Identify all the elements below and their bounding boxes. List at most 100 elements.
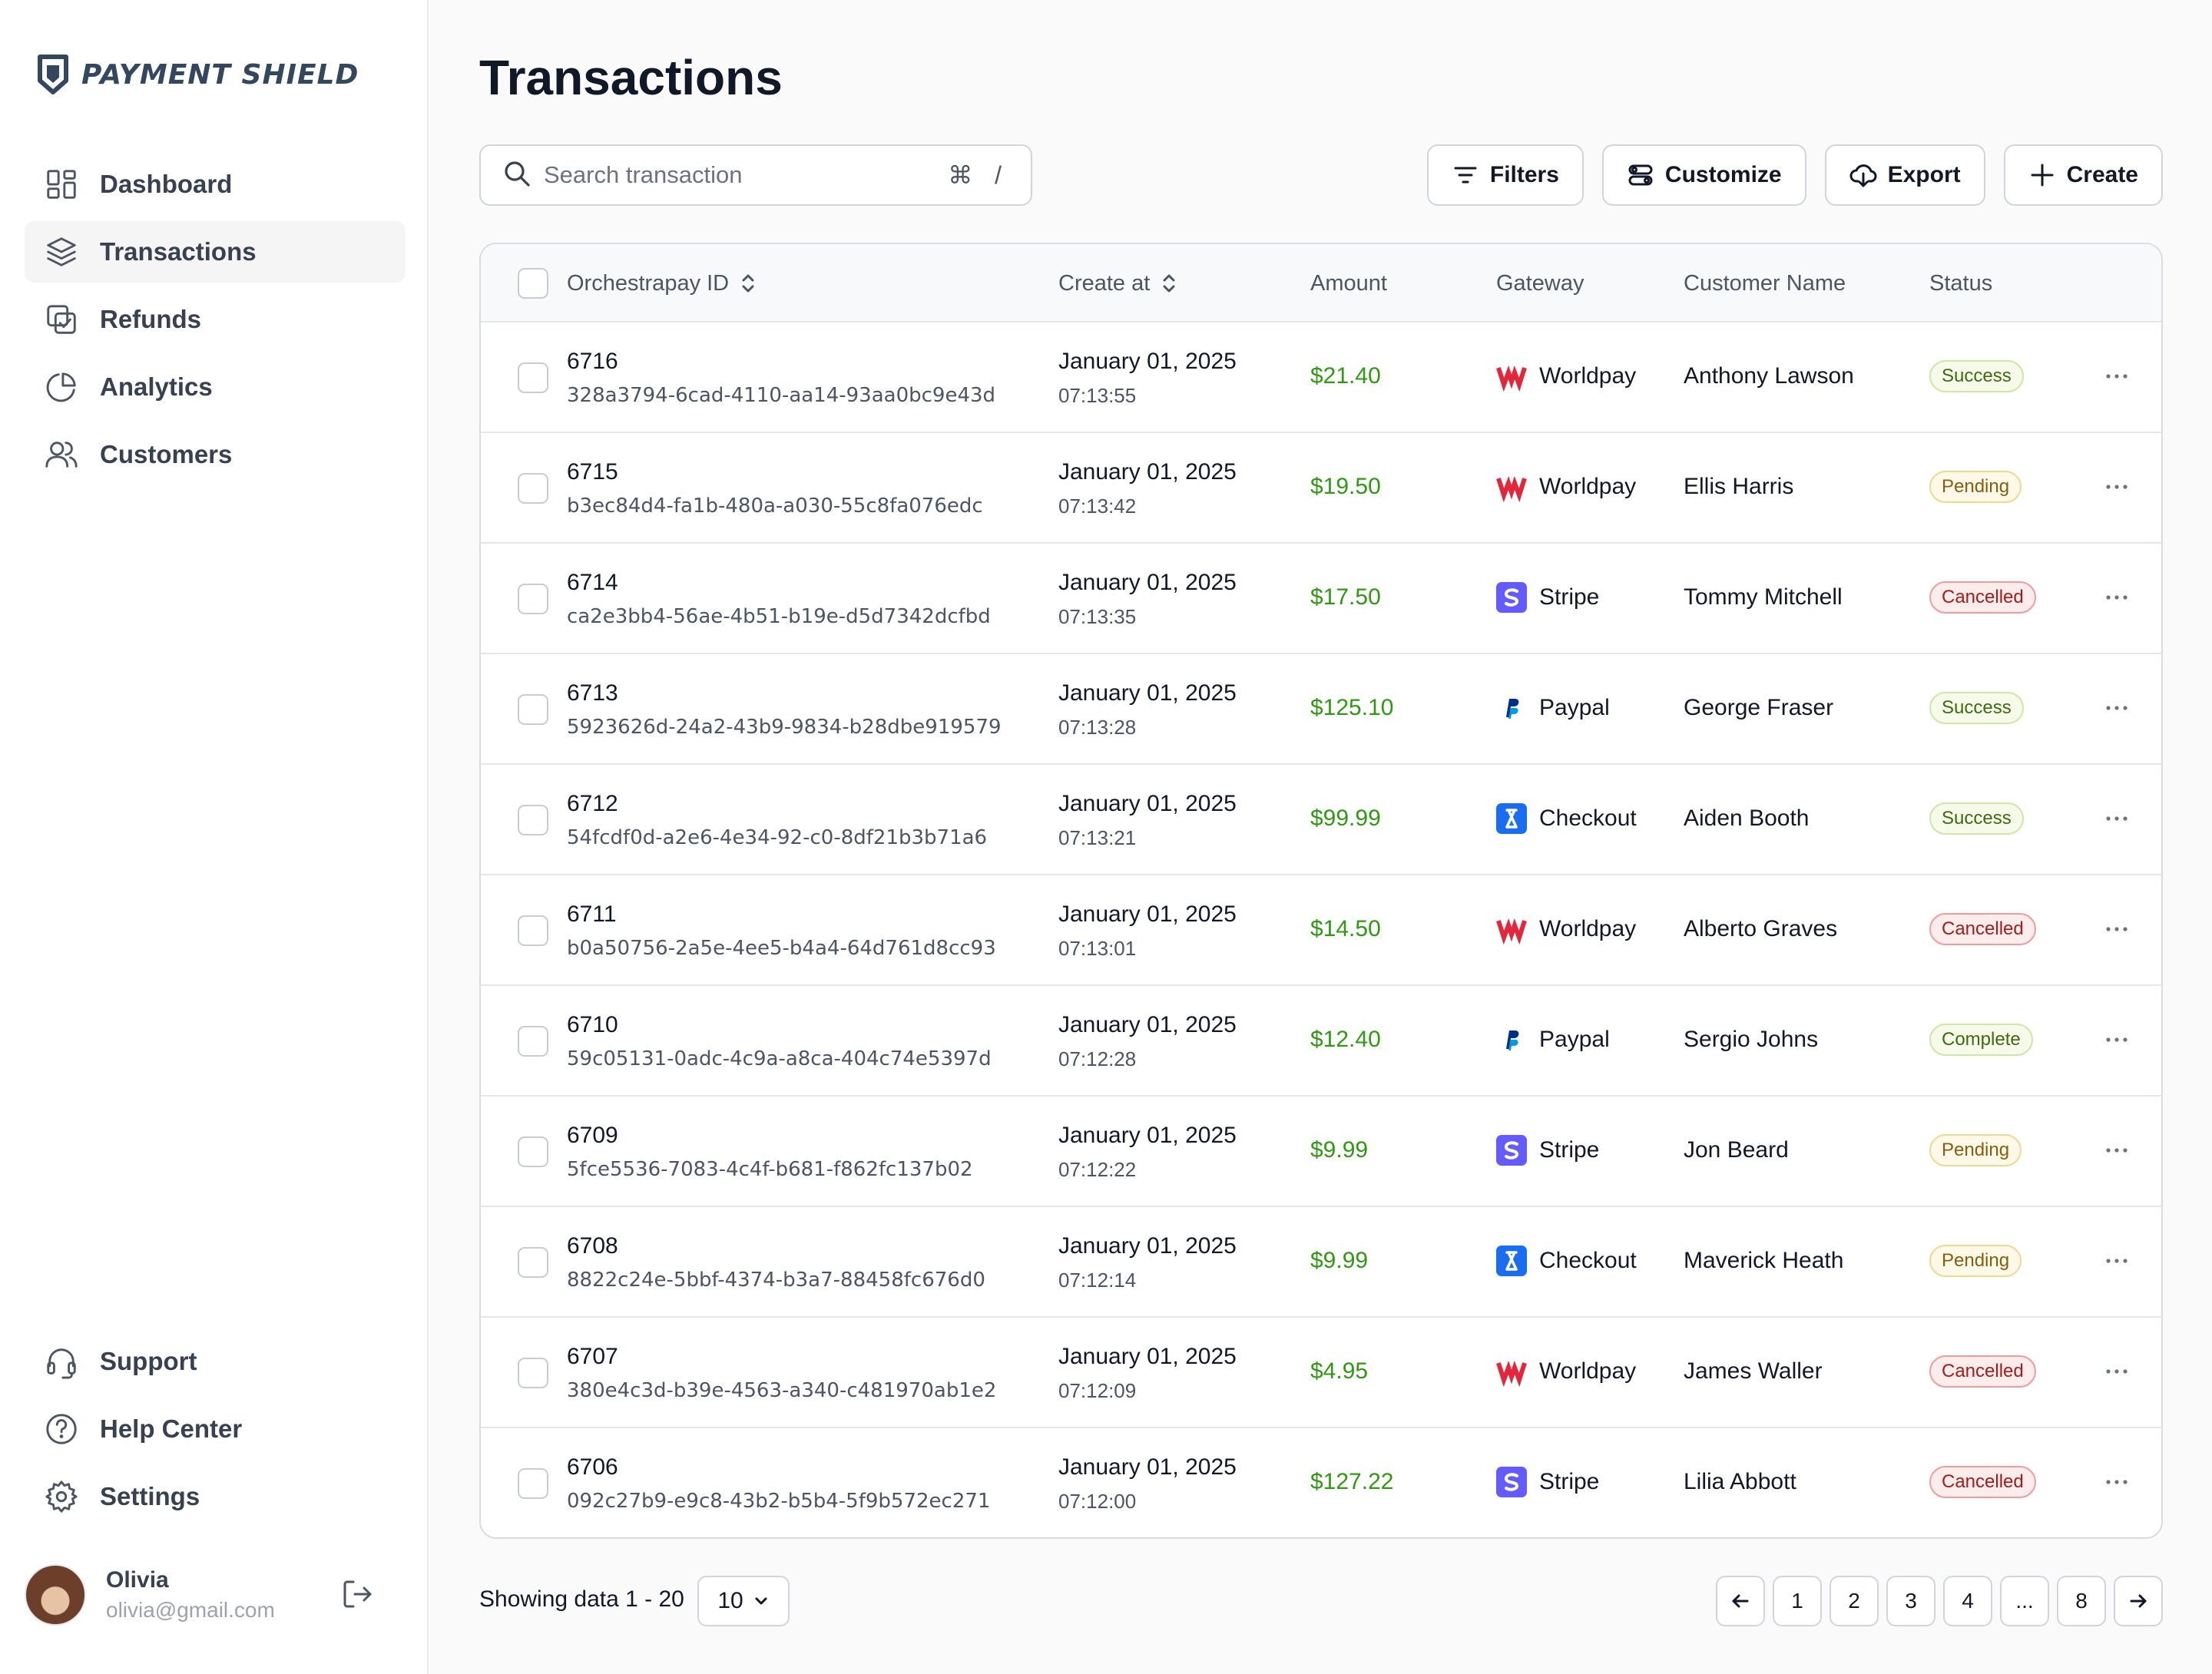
created-date: January 01, 2025 bbox=[1058, 570, 1237, 595]
amount: $19.50 bbox=[1310, 474, 1381, 499]
transaction-id: 6715 bbox=[567, 459, 618, 485]
showing-text: Showing data 1 - 20 bbox=[479, 1586, 684, 1612]
sidebar-item-label: Help Center bbox=[100, 1414, 243, 1443]
column-header-label: Create at bbox=[1058, 270, 1151, 296]
row-actions-button[interactable] bbox=[2101, 803, 2132, 834]
table-row[interactable]: 6711 b0a50756-2a5e-4ee5-b4a4-64d761d8cc93… bbox=[481, 875, 2161, 986]
transaction-id-cell: 6712 54fcdf0d-a2e6-4e34-92-c0-8df21b3b71a… bbox=[567, 791, 987, 849]
row-checkbox[interactable] bbox=[518, 1468, 548, 1499]
gateway-logo bbox=[1496, 1467, 1527, 1497]
sidebar-item-customers[interactable]: Customers bbox=[25, 424, 406, 485]
sidebar-item-transactions[interactable]: Transactions bbox=[25, 221, 406, 283]
gateway-cell: Checkout bbox=[1496, 802, 1637, 835]
filters-button[interactable]: Filters bbox=[1426, 144, 1584, 206]
transaction-id: 6710 bbox=[567, 1012, 618, 1037]
row-checkbox[interactable] bbox=[518, 473, 548, 504]
sidebar-item-analytics[interactable]: Analytics bbox=[25, 356, 406, 418]
created-date: January 01, 2025 bbox=[1058, 902, 1237, 927]
sort-icon bbox=[742, 274, 754, 293]
table-row[interactable]: 6713 5923626d-24a2-43b9-9834-b28dbe919579… bbox=[481, 654, 2161, 765]
row-checkbox[interactable] bbox=[518, 915, 548, 946]
row-actions-button[interactable] bbox=[2101, 1246, 2132, 1276]
create-button[interactable]: Create bbox=[2003, 144, 2163, 206]
row-actions-button[interactable] bbox=[2101, 914, 2132, 945]
table-row[interactable]: 6708 8822c24e-5bbf-4374-b3a7-88458fc676d0… bbox=[481, 1207, 2161, 1318]
toggles-icon bbox=[1628, 164, 1653, 186]
gateway-cell: Checkout bbox=[1496, 1244, 1637, 1278]
page-button[interactable]: 1 bbox=[1773, 1576, 1822, 1626]
row-actions-button[interactable] bbox=[2101, 693, 2132, 723]
table-body: 6716 328a3794-6cad-4110-aa14-93aa0bc9e43d… bbox=[481, 323, 2161, 1537]
table-row[interactable]: 6714 ca2e3bb4-56ae-4b51-b19e-d5d7342dcfbd… bbox=[481, 544, 2161, 654]
layers-icon bbox=[43, 233, 80, 270]
row-actions-button[interactable] bbox=[2101, 361, 2132, 392]
created-time: 07:13:28 bbox=[1058, 716, 1137, 739]
customer-name: George Fraser bbox=[1684, 695, 1834, 720]
gateway-cell: Paypal bbox=[1496, 1023, 1610, 1057]
row-actions-button[interactable] bbox=[2101, 1135, 2132, 1166]
gateway-cell: Worldpay bbox=[1496, 912, 1636, 946]
column-header-created[interactable]: Create at bbox=[1058, 244, 1177, 323]
created-date: January 01, 2025 bbox=[1058, 459, 1237, 485]
created-time: 07:13:42 bbox=[1058, 495, 1137, 518]
gateway-name: Worldpay bbox=[1539, 1358, 1637, 1384]
logout-icon[interactable] bbox=[341, 1577, 375, 1611]
transaction-uuid: 59c05131-0adc-4c9a-a8ca-404c74e5397d bbox=[567, 1047, 992, 1070]
worldpay-logo-icon bbox=[1496, 476, 1527, 502]
page-button[interactable]: 8 bbox=[2057, 1576, 2106, 1626]
sidebar-item-support[interactable]: Support bbox=[25, 1331, 406, 1392]
gateway-logo bbox=[1496, 1135, 1527, 1166]
table-row[interactable]: 6712 54fcdf0d-a2e6-4e34-92-c0-8df21b3b71a… bbox=[481, 765, 2161, 875]
page-button[interactable]: 4 bbox=[1943, 1576, 1992, 1626]
more-horizontal-icon bbox=[2106, 485, 2128, 489]
gateway-name: Worldpay bbox=[1539, 363, 1637, 389]
worldpay-logo-icon bbox=[1496, 918, 1527, 945]
status-badge: Cancelled bbox=[1929, 913, 2036, 945]
table-row[interactable]: 6715 b3ec84d4-fa1b-480a-a030-55c8fa076edc… bbox=[481, 433, 2161, 544]
search-input[interactable] bbox=[544, 161, 949, 189]
transaction-id-cell: 6710 59c05131-0adc-4c9a-a8ca-404c74e5397d bbox=[567, 1012, 992, 1070]
customer-name: Anthony Lawson bbox=[1684, 363, 1854, 389]
amount: $9.99 bbox=[1310, 1137, 1369, 1163]
row-actions-button[interactable] bbox=[2101, 582, 2132, 613]
prev-page-button[interactable] bbox=[1716, 1576, 1765, 1626]
sidebar-item-settings[interactable]: Settings bbox=[25, 1466, 406, 1527]
created-date: January 01, 2025 bbox=[1058, 680, 1237, 706]
page-button[interactable]: 3 bbox=[1886, 1576, 1936, 1626]
row-actions-button[interactable] bbox=[2101, 1356, 2132, 1387]
table-row[interactable]: 6706 092c27b9-e9c8-43b2-b5b4-5f9b572ec271… bbox=[481, 1428, 2161, 1537]
create-label: Create bbox=[2066, 162, 2138, 187]
sidebar-item-refunds[interactable]: Refunds bbox=[25, 289, 406, 350]
row-actions-button[interactable] bbox=[2101, 1024, 2132, 1055]
customize-button[interactable]: Customize bbox=[1601, 144, 1806, 206]
next-page-button[interactable] bbox=[2114, 1576, 2163, 1626]
filter-lines-icon bbox=[1454, 167, 1477, 184]
table-row[interactable]: 6716 328a3794-6cad-4110-aa14-93aa0bc9e43d… bbox=[481, 323, 2161, 433]
column-header-id[interactable]: Orchestrapay ID bbox=[567, 244, 757, 323]
row-actions-button[interactable] bbox=[2101, 1467, 2132, 1497]
more-horizontal-icon bbox=[2106, 1259, 2128, 1263]
row-checkbox[interactable] bbox=[518, 694, 548, 725]
row-checkbox[interactable] bbox=[518, 584, 548, 614]
export-button[interactable]: Export bbox=[1824, 144, 1985, 206]
row-checkbox[interactable] bbox=[518, 1136, 548, 1167]
sidebar: PAYMENT SHIELD Dashboard Transactions Re… bbox=[0, 0, 429, 1674]
per-page-select[interactable]: 10 bbox=[697, 1576, 790, 1626]
search-box[interactable]: ⌘ / bbox=[479, 144, 1032, 206]
select-all-checkbox[interactable] bbox=[518, 268, 548, 299]
table-row[interactable]: 6710 59c05131-0adc-4c9a-a8ca-404c74e5397d… bbox=[481, 986, 2161, 1097]
row-actions-button[interactable] bbox=[2101, 471, 2132, 502]
row-checkbox[interactable] bbox=[518, 362, 548, 393]
row-checkbox[interactable] bbox=[518, 1358, 548, 1388]
row-checkbox[interactable] bbox=[518, 1026, 548, 1057]
user-profile[interactable]: Olivia olivia@gmail.com bbox=[25, 1560, 406, 1629]
page-button[interactable]: 2 bbox=[1830, 1576, 1879, 1626]
table-row[interactable]: 6707 380e4c3d-b39e-4563-a340-c481970ab1e2… bbox=[481, 1318, 2161, 1428]
brand-logo[interactable]: PAYMENT SHIELD bbox=[37, 54, 359, 95]
status-cell: Pending bbox=[1929, 471, 2022, 503]
table-row[interactable]: 6709 5fce5536-7083-4c4f-b681-f862fc137b02… bbox=[481, 1097, 2161, 1207]
row-checkbox[interactable] bbox=[518, 805, 548, 835]
sidebar-item-help-center[interactable]: Help Center bbox=[25, 1398, 406, 1460]
row-checkbox[interactable] bbox=[518, 1247, 548, 1278]
sidebar-item-dashboard[interactable]: Dashboard bbox=[25, 154, 406, 215]
